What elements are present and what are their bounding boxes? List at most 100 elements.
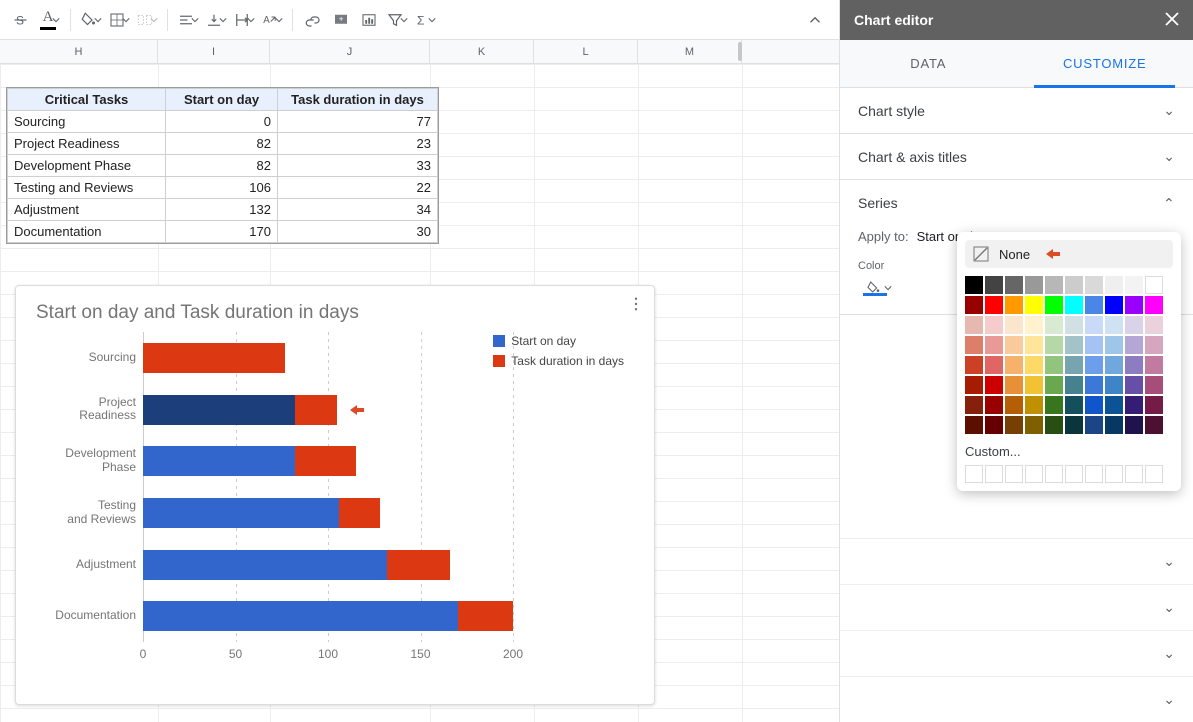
column-header-H[interactable]: H bbox=[0, 40, 158, 63]
table-header[interactable]: Task duration in days bbox=[278, 89, 438, 111]
column-header-L[interactable]: L bbox=[534, 40, 638, 63]
color-swatch[interactable] bbox=[1145, 276, 1163, 294]
color-swatch[interactable] bbox=[1085, 276, 1103, 294]
toolbar-collapse-button[interactable] bbox=[801, 6, 829, 34]
table-cell[interactable]: Sourcing bbox=[8, 111, 166, 133]
section-collapsed-2[interactable]: ⌄ bbox=[840, 584, 1193, 630]
color-swatch[interactable] bbox=[1105, 416, 1123, 434]
color-swatch[interactable] bbox=[1005, 376, 1023, 394]
color-swatch[interactable] bbox=[1145, 296, 1163, 314]
custom-color-slot[interactable] bbox=[985, 465, 1003, 483]
color-swatch[interactable] bbox=[1125, 296, 1143, 314]
table-cell[interactable]: 23 bbox=[278, 133, 438, 155]
color-swatch[interactable] bbox=[1085, 316, 1103, 334]
color-swatch[interactable] bbox=[1145, 376, 1163, 394]
custom-color-slot[interactable] bbox=[1085, 465, 1103, 483]
color-swatch[interactable] bbox=[1025, 356, 1043, 374]
filter-button[interactable] bbox=[383, 6, 411, 34]
color-swatch[interactable] bbox=[1005, 316, 1023, 334]
color-swatch[interactable] bbox=[1085, 396, 1103, 414]
column-header-I[interactable]: I bbox=[158, 40, 270, 63]
color-swatch[interactable] bbox=[1085, 356, 1103, 374]
color-swatch[interactable] bbox=[965, 396, 983, 414]
column-header-J[interactable]: J bbox=[270, 40, 430, 63]
color-swatch[interactable] bbox=[1025, 416, 1043, 434]
color-swatch[interactable] bbox=[1045, 276, 1063, 294]
chart-menu-button[interactable] bbox=[626, 294, 646, 314]
color-swatch[interactable] bbox=[1025, 376, 1043, 394]
color-swatch[interactable] bbox=[1065, 276, 1083, 294]
color-swatch[interactable] bbox=[1065, 336, 1083, 354]
color-swatch[interactable] bbox=[1085, 416, 1103, 434]
color-swatch[interactable] bbox=[1105, 316, 1123, 334]
color-swatch[interactable] bbox=[1025, 336, 1043, 354]
custom-color-slot[interactable] bbox=[1045, 465, 1063, 483]
custom-color-slot[interactable] bbox=[1125, 465, 1143, 483]
table-cell[interactable]: 82 bbox=[166, 155, 278, 177]
color-swatch[interactable] bbox=[1085, 376, 1103, 394]
color-swatch[interactable] bbox=[1065, 356, 1083, 374]
color-swatch[interactable] bbox=[1005, 336, 1023, 354]
tab-data[interactable]: DATA bbox=[840, 40, 1017, 87]
color-swatch[interactable] bbox=[1125, 396, 1143, 414]
v-align-button[interactable] bbox=[202, 6, 230, 34]
color-swatch[interactable] bbox=[1105, 376, 1123, 394]
section-series[interactable]: Series⌄ bbox=[840, 180, 1193, 225]
color-swatch[interactable] bbox=[985, 276, 1003, 294]
color-swatch[interactable] bbox=[965, 316, 983, 334]
tab-customize[interactable]: CUSTOMIZE bbox=[1017, 40, 1193, 87]
color-swatch[interactable] bbox=[985, 356, 1003, 374]
color-swatch[interactable] bbox=[1105, 396, 1123, 414]
text-color-button[interactable]: A bbox=[36, 6, 64, 34]
color-swatch[interactable] bbox=[1045, 316, 1063, 334]
color-swatch[interactable] bbox=[1145, 356, 1163, 374]
spreadsheet-area[interactable]: HIJKLM Critical TasksStart on dayTask du… bbox=[0, 40, 839, 722]
color-swatch[interactable] bbox=[1125, 376, 1143, 394]
bar-segment[interactable] bbox=[143, 446, 295, 476]
custom-color-slot[interactable] bbox=[1145, 465, 1163, 483]
color-swatch[interactable] bbox=[965, 296, 983, 314]
color-swatch[interactable] bbox=[965, 336, 983, 354]
table-cell[interactable]: 170 bbox=[166, 221, 278, 243]
bar-segment[interactable] bbox=[143, 601, 458, 631]
borders-button[interactable] bbox=[105, 6, 133, 34]
h-align-button[interactable] bbox=[174, 6, 202, 34]
color-swatch[interactable] bbox=[1145, 396, 1163, 414]
color-swatch[interactable] bbox=[1045, 356, 1063, 374]
table-cell[interactable]: Testing and Reviews bbox=[8, 177, 166, 199]
color-swatch[interactable] bbox=[1005, 296, 1023, 314]
color-swatch[interactable] bbox=[1145, 416, 1163, 434]
color-swatch[interactable] bbox=[1045, 336, 1063, 354]
color-swatch[interactable] bbox=[1145, 316, 1163, 334]
bar-segment[interactable] bbox=[339, 498, 380, 528]
functions-button[interactable]: Σ bbox=[411, 6, 439, 34]
color-swatch[interactable] bbox=[1145, 336, 1163, 354]
color-swatch[interactable] bbox=[1085, 336, 1103, 354]
table-header[interactable]: Start on day bbox=[166, 89, 278, 111]
color-swatch[interactable] bbox=[1125, 276, 1143, 294]
color-swatch[interactable] bbox=[1065, 396, 1083, 414]
color-swatch[interactable] bbox=[965, 376, 983, 394]
table-cell[interactable]: Project Readiness bbox=[8, 133, 166, 155]
color-swatch[interactable] bbox=[1045, 376, 1063, 394]
custom-color-slot[interactable] bbox=[1005, 465, 1023, 483]
bar-segment[interactable] bbox=[143, 395, 295, 425]
color-swatch[interactable] bbox=[985, 396, 1003, 414]
section-collapsed-3[interactable]: ⌄ bbox=[840, 630, 1193, 676]
color-none-option[interactable]: None bbox=[965, 240, 1173, 268]
color-swatch[interactable] bbox=[1005, 396, 1023, 414]
color-swatch[interactable] bbox=[1065, 376, 1083, 394]
table-cell[interactable]: 106 bbox=[166, 177, 278, 199]
text-rotate-button[interactable]: A bbox=[258, 6, 286, 34]
color-swatch[interactable] bbox=[1085, 296, 1103, 314]
color-swatch[interactable] bbox=[1125, 416, 1143, 434]
bar-segment[interactable] bbox=[387, 550, 450, 580]
section-collapsed-1[interactable]: ⌄ bbox=[840, 538, 1193, 584]
close-panel-button[interactable] bbox=[1165, 12, 1179, 29]
color-swatch[interactable] bbox=[1065, 296, 1083, 314]
insert-link-button[interactable] bbox=[299, 6, 327, 34]
table-cell[interactable]: Documentation bbox=[8, 221, 166, 243]
color-swatch[interactable] bbox=[1065, 316, 1083, 334]
table-cell[interactable]: 33 bbox=[278, 155, 438, 177]
column-header-M[interactable]: M bbox=[638, 40, 742, 63]
